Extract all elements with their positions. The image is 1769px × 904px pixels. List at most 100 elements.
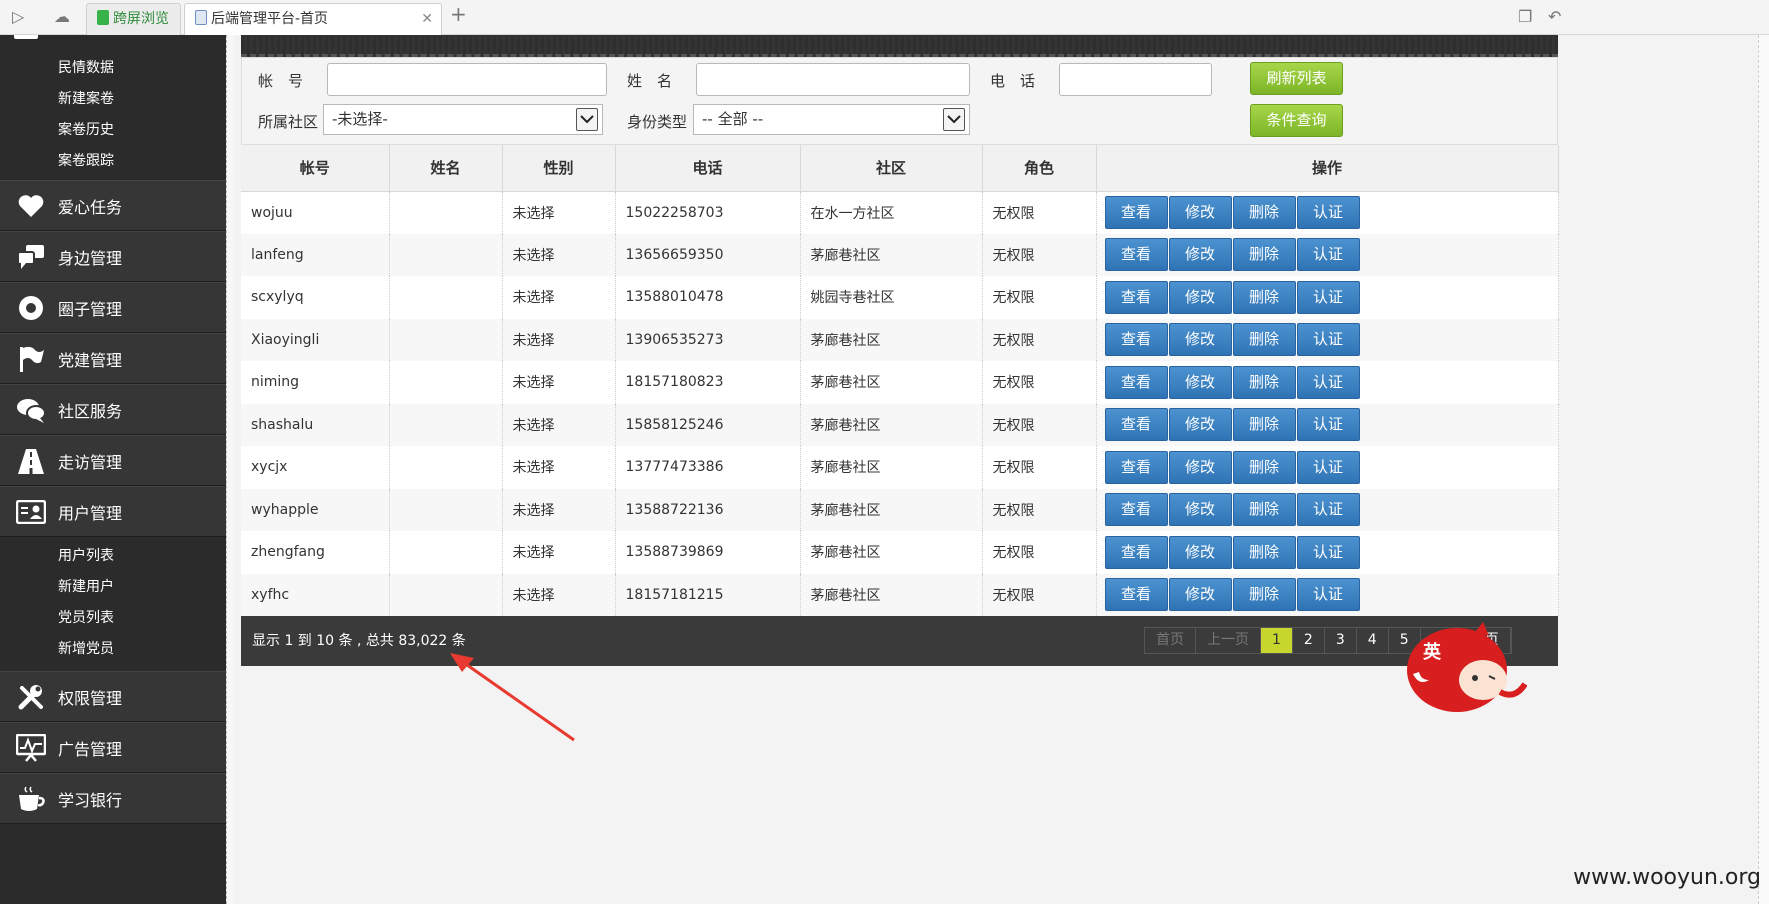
view-button[interactable]: 查看	[1104, 450, 1168, 484]
edit-button[interactable]: 修改	[1168, 535, 1232, 569]
view-button[interactable]: 查看	[1104, 196, 1168, 229]
edit-button[interactable]: 修改	[1168, 323, 1232, 357]
cell-account: Xiaoyingli	[241, 318, 390, 361]
sidebar-item-circles[interactable]: 圈子管理	[0, 282, 226, 333]
column-header-name[interactable]: 姓名	[389, 145, 503, 192]
table-row[interactable]: wyhapple 未选择 13588722136 茅廊巷社区 无权限 查看 修改 删除 认证	[241, 488, 1559, 531]
edit-button[interactable]: 修改	[1168, 408, 1232, 442]
delete-button[interactable]: 删除	[1232, 280, 1296, 314]
sidebar-item-community-service[interactable]: 社区服务	[0, 384, 226, 435]
column-header-account[interactable]: 帐号	[241, 145, 390, 192]
new-tab-icon[interactable]: +	[450, 4, 467, 24]
sidebar-toggle-icon[interactable]: ▷	[12, 8, 24, 26]
cell-phone: 13906535273	[615, 318, 801, 361]
right-scrollbar[interactable]	[1758, 35, 1769, 904]
view-button[interactable]: 查看	[1104, 578, 1168, 612]
verify-button[interactable]: 认证	[1296, 408, 1360, 442]
view-button[interactable]: 查看	[1104, 493, 1168, 527]
tab-cross-screen[interactable]: 跨屏浏览	[86, 3, 181, 35]
delete-button[interactable]: 删除	[1232, 238, 1296, 272]
column-header-phone[interactable]: 电话	[615, 145, 801, 192]
table-row[interactable]: wojuu 未选择 15022258703 在水一方社区 无权限 查看 修改 删除 认证	[241, 191, 1559, 234]
sidebar-sub-item-user-list[interactable]: 用户列表	[0, 541, 226, 572]
refresh-list-button[interactable]: 刷新列表	[1250, 62, 1343, 95]
name-input[interactable]	[696, 63, 970, 96]
conditional-search-button[interactable]: 条件查询	[1250, 104, 1343, 137]
sidebar-sub-item[interactable]: 新建案卷	[0, 84, 226, 115]
pager-page[interactable]: 2	[1292, 628, 1325, 653]
sidebar-sub-item-new-user[interactable]: 新建用户	[0, 572, 226, 603]
delete-button[interactable]: 删除	[1232, 450, 1296, 484]
verify-button[interactable]: 认证	[1296, 535, 1360, 569]
delete-button[interactable]: 删除	[1232, 196, 1296, 229]
edit-button[interactable]: 修改	[1168, 238, 1232, 272]
edit-button[interactable]: 修改	[1168, 196, 1232, 229]
undo-icon[interactable]: ↶	[1548, 8, 1561, 26]
sidebar-item-users[interactable]: 用户管理	[0, 486, 226, 537]
verify-button[interactable]: 认证	[1296, 323, 1360, 357]
sidebar-sub-item-member-list[interactable]: 党员列表	[0, 603, 226, 634]
tab-admin-home[interactable]: 后端管理平台-首页 ✕	[184, 3, 442, 35]
verify-button[interactable]: 认证	[1296, 280, 1360, 314]
column-header-role[interactable]: 角色	[982, 145, 1097, 192]
close-icon[interactable]: ✕	[421, 4, 433, 34]
identity-type-select[interactable]: -- 全部 --	[693, 104, 970, 135]
delete-button[interactable]: 删除	[1232, 535, 1296, 569]
delete-button[interactable]: 删除	[1232, 493, 1296, 527]
edit-button[interactable]: 修改	[1168, 365, 1232, 399]
table-row[interactable]: niming 未选择 18157180823 茅廊巷社区 无权限 查看 修改 删除 认证	[241, 361, 1559, 404]
delete-button[interactable]: 删除	[1232, 578, 1296, 612]
sidebar-sub-item-new-member[interactable]: 新增党员	[0, 634, 226, 665]
pager-page[interactable]: 4	[1356, 628, 1389, 653]
verify-button[interactable]: 认证	[1296, 450, 1360, 484]
restore-window-icon[interactable]: ❐	[1518, 8, 1532, 26]
view-button[interactable]: 查看	[1104, 535, 1168, 569]
sidebar-sub-item[interactable]: 民情数据	[0, 53, 226, 84]
edit-button[interactable]: 修改	[1168, 450, 1232, 484]
delete-button[interactable]: 删除	[1232, 408, 1296, 442]
table-row[interactable]: scxylyq 未选择 13588010478 姚园寺巷社区 无权限 查看 修改 删除 认证	[241, 276, 1559, 319]
verify-button[interactable]: 认证	[1296, 196, 1360, 229]
verify-button[interactable]: 认证	[1296, 238, 1360, 272]
edit-button[interactable]: 修改	[1168, 280, 1232, 314]
sidebar-item-learning-bank[interactable]: 学习银行	[0, 773, 226, 824]
view-button[interactable]: 查看	[1104, 238, 1168, 272]
floating-mascot-widget[interactable]: 英	[1405, 622, 1528, 714]
table-row[interactable]: Xiaoyingli 未选择 13906535273 茅廊巷社区 无权限 查看 修改 删除 认证	[241, 318, 1559, 361]
delete-button[interactable]: 删除	[1232, 365, 1296, 399]
community-select[interactable]: -未选择-	[323, 104, 603, 135]
view-button[interactable]: 查看	[1104, 365, 1168, 399]
verify-button[interactable]: 认证	[1296, 365, 1360, 399]
verify-button[interactable]: 认证	[1296, 493, 1360, 527]
verify-button[interactable]: 认证	[1296, 578, 1360, 612]
pager-first[interactable]: 首页	[1145, 628, 1196, 653]
column-header-gender[interactable]: 性别	[502, 145, 616, 192]
account-input[interactable]	[327, 63, 607, 96]
edit-button[interactable]: 修改	[1168, 578, 1232, 612]
sidebar-item-nearby[interactable]: 身边管理	[0, 231, 226, 282]
table-row[interactable]: xycjx 未选择 13777473386 茅廊巷社区 无权限 查看 修改 删除 认证	[241, 446, 1559, 489]
table-row[interactable]: xyfhc 未选择 18157181215 茅廊巷社区 无权限 查看 修改 删除 认证	[241, 573, 1559, 616]
sidebar-item-love-tasks[interactable]: 爱心任务	[0, 180, 226, 231]
table-row[interactable]: zhengfang 未选择 13588739869 茅廊巷社区 无权限 查看 修改 删除 认证	[241, 531, 1559, 574]
view-button[interactable]: 查看	[1104, 408, 1168, 442]
sidebar-item-party[interactable]: 党建管理	[0, 333, 226, 384]
phone-input[interactable]	[1059, 63, 1212, 96]
sidebar-splitter[interactable]	[226, 35, 234, 904]
sidebar-item-ads[interactable]: 广告管理	[0, 722, 226, 773]
table-row[interactable]: shashalu 未选择 15858125246 茅廊巷社区 无权限 查看 修改 删除 认证	[241, 403, 1559, 446]
pager-page[interactable]: 1	[1261, 628, 1293, 653]
view-button[interactable]: 查看	[1104, 280, 1168, 314]
delete-button[interactable]: 删除	[1232, 323, 1296, 357]
pager-page[interactable]: 3	[1324, 628, 1357, 653]
table-row[interactable]: lanfeng 未选择 13656659350 茅廊巷社区 无权限 查看 修改 删除 认证	[241, 233, 1559, 276]
sidebar-sub-item[interactable]: 案卷历史	[0, 115, 226, 146]
view-button[interactable]: 查看	[1104, 323, 1168, 357]
sidebar-sub-item[interactable]: 案卷跟踪	[0, 146, 226, 177]
column-header-community[interactable]: 社区	[800, 145, 983, 192]
pager-prev[interactable]: 上一页	[1196, 628, 1261, 653]
sidebar-item-visits[interactable]: 走访管理	[0, 435, 226, 486]
edit-button[interactable]: 修改	[1168, 493, 1232, 527]
sidebar-item-permissions[interactable]: 权限管理	[0, 671, 226, 722]
cloud-icon[interactable]: ☁	[54, 8, 70, 26]
